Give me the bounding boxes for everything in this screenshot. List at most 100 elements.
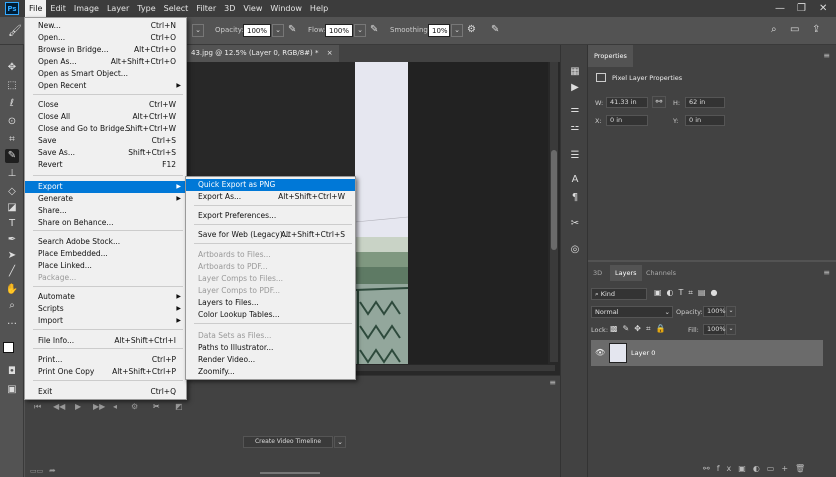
menu-item-automate[interactable]: Automate ▶ (25, 291, 186, 303)
menu-window[interactable]: Window (266, 0, 306, 17)
brush-tool-icon[interactable]: 🖌 (8, 24, 22, 37)
menu-item-file-info[interactable]: File Info... Alt+Shift+Ctrl+I (25, 335, 186, 347)
paragraph-icon[interactable]: ¶ (568, 191, 582, 205)
width-input[interactable]: 41.33 in (606, 97, 648, 108)
export-item-save-for-web-legacy[interactable]: Save for Web (Legacy)... Alt+Shift+Ctrl+S (186, 229, 355, 241)
menu-item-new[interactable]: New... Ctrl+N (25, 20, 186, 32)
horizontal-scrollbar[interactable] (355, 365, 555, 371)
menu-image[interactable]: Image (70, 0, 103, 17)
pen-tool-icon[interactable]: ✒ (5, 233, 19, 247)
y-input[interactable]: 0 in (685, 115, 725, 126)
export-item-zoomify[interactable]: Zoomify... (186, 366, 355, 378)
more-tools-icon[interactable]: … (5, 315, 19, 329)
first-frame-icon[interactable]: ⏮ (34, 402, 41, 412)
menu-item-print-one-copy[interactable]: Print One Copy Alt+Shift+Ctrl+P (25, 366, 186, 378)
menu-item-open-as-smart-object[interactable]: Open as Smart Object... (25, 68, 186, 80)
menu-item-import[interactable]: Import ▶ (25, 315, 186, 327)
menu-item-generate[interactable]: Generate ▶ (25, 193, 186, 205)
sliders-icon[interactable]: ⚍ (568, 121, 582, 135)
tab-3d[interactable]: 3D (588, 265, 607, 281)
menu-type[interactable]: Type (133, 0, 159, 17)
line-tool-icon[interactable]: ╱ (5, 265, 19, 279)
canvas-image[interactable] (355, 62, 408, 364)
zoom-slider[interactable] (260, 472, 320, 474)
menu-item-save[interactable]: Save Ctrl+S (25, 135, 186, 147)
close-icon[interactable]: ✕ (819, 0, 827, 17)
settings-icon[interactable]: ⚙ (131, 402, 138, 411)
quick-select-tool-icon[interactable]: ⊙ (5, 115, 19, 129)
vertical-scroll-thumb[interactable] (551, 150, 557, 250)
export-item-paths-to-illustrator[interactable]: Paths to Illustrator... (186, 342, 355, 354)
menu-item-place-embedded[interactable]: Place Embedded... (25, 248, 186, 260)
create-video-timeline-button[interactable]: Create Video Timeline (243, 436, 333, 448)
marquee-tool-icon[interactable]: ⬚ (5, 79, 19, 93)
prev-frame-icon[interactable]: ◀◀ (53, 402, 65, 411)
fill-dropdown[interactable]: ⌄ (726, 324, 736, 335)
menu-filter[interactable]: Filter (192, 0, 220, 17)
menu-item-search-adobe-stock[interactable]: Search Adobe Stock... (25, 236, 186, 248)
split-icon[interactable]: ✂ (153, 402, 160, 411)
eraser-tool-icon[interactable]: ◇ (5, 185, 19, 199)
height-input[interactable]: 62 in (685, 97, 725, 108)
airbrush-icon[interactable]: ✎ (370, 24, 378, 35)
restore-icon[interactable]: ❐ (797, 0, 806, 17)
export-item-layers-to-files[interactable]: Layers to Files... (186, 297, 355, 309)
convert-icon[interactable]: ➦ (49, 466, 56, 475)
next-frame-icon[interactable]: ▶▶ (93, 402, 105, 411)
layer-opacity-input[interactable]: 100% (703, 306, 726, 317)
adjustments-icon[interactable]: ⚌ (568, 103, 582, 117)
type-tool-icon[interactable]: T (5, 217, 19, 231)
quick-mask-icon[interactable]: ◘ (5, 365, 19, 379)
tab-layers[interactable]: Layers (610, 265, 642, 281)
menu-view[interactable]: View (239, 0, 266, 17)
tab-properties[interactable]: Properties (588, 45, 633, 67)
libraries-icon[interactable]: ◎ (568, 243, 582, 257)
character-icon[interactable]: A (568, 173, 582, 187)
share-icon[interactable]: ⇪ (812, 24, 820, 35)
flow-dropdown[interactable]: ⌄ (354, 24, 366, 37)
timeline-footer-icon[interactable]: ▭▭ (30, 467, 43, 475)
blend-mode-dropdown[interactable]: Normal ⌄ (591, 306, 673, 318)
lasso-tool-icon[interactable]: ℓ (5, 97, 19, 111)
zoom-tool-icon[interactable]: ⌕ (5, 299, 19, 313)
menu-item-print[interactable]: Print... Ctrl+P (25, 354, 186, 366)
play-icon[interactable]: ▶ (75, 402, 81, 411)
opacity-input[interactable]: 100% (243, 24, 271, 37)
transition-icon[interactable]: ◩ (175, 402, 183, 411)
export-item-render-video[interactable]: Render Video... (186, 354, 355, 366)
foreground-color-swatch[interactable] (3, 342, 14, 353)
pressure-opacity-icon[interactable]: ✎ (288, 24, 296, 35)
menu-item-open-as[interactable]: Open As... Alt+Shift+Ctrl+O (25, 56, 186, 68)
export-item-color-lookup-tables[interactable]: Color Lookup Tables... (186, 309, 355, 321)
create-timeline-dropdown[interactable]: ⌄ (334, 436, 346, 448)
paragraph-styles-icon[interactable]: ☰ (568, 149, 582, 163)
menu-item-save-as[interactable]: Save As... Shift+Ctrl+S (25, 147, 186, 159)
menu-item-place-linked[interactable]: Place Linked... (25, 260, 186, 272)
layers-menu-icon[interactable]: ≡ (823, 268, 830, 277)
document-tab[interactable]: 43.jpg @ 12.5% (Layer 0, RGB/8#) * × (185, 45, 339, 62)
smoothing-dropdown[interactable]: ⌄ (451, 24, 463, 37)
actions-play-icon[interactable]: ▶ (568, 81, 582, 95)
properties-menu-icon[interactable]: ≡ (823, 51, 830, 60)
stamp-tool-icon[interactable]: ⊥ (5, 167, 19, 181)
menu-3d[interactable]: 3D (220, 0, 239, 17)
menu-item-share-on-behance[interactable]: Share on Behance... (25, 217, 186, 229)
menu-item-revert[interactable]: Revert F12 (25, 159, 186, 171)
menu-item-open-recent[interactable]: Open Recent ▶ (25, 80, 186, 92)
gradient-tool-icon[interactable]: ◪ (5, 201, 19, 215)
history-icon[interactable]: ▦ (568, 65, 582, 79)
search-icon[interactable]: ⌕ (771, 24, 777, 35)
menu-item-browse-in-bridge[interactable]: Browse in Bridge... Alt+Ctrl+O (25, 44, 186, 56)
brush-mode-dropdown[interactable]: ⌄ (192, 24, 204, 37)
tab-channels[interactable]: Channels (641, 265, 681, 281)
menu-file[interactable]: File (25, 0, 47, 17)
gear-icon[interactable]: ⚙ (467, 24, 476, 35)
timeline-menu-icon[interactable]: ≡ (549, 378, 556, 387)
layer-filter-icons[interactable]: ▣◐T⌗▤● (654, 288, 722, 298)
flow-input[interactable]: 100% (325, 24, 353, 37)
export-item-export-as[interactable]: Export As... Alt+Shift+Ctrl+W (186, 191, 355, 203)
menu-layer[interactable]: Layer (103, 0, 133, 17)
brush-tool-icon[interactable]: ✎ (5, 149, 19, 163)
fill-input[interactable]: 100% (703, 324, 726, 335)
x-input[interactable]: 0 in (606, 115, 648, 126)
